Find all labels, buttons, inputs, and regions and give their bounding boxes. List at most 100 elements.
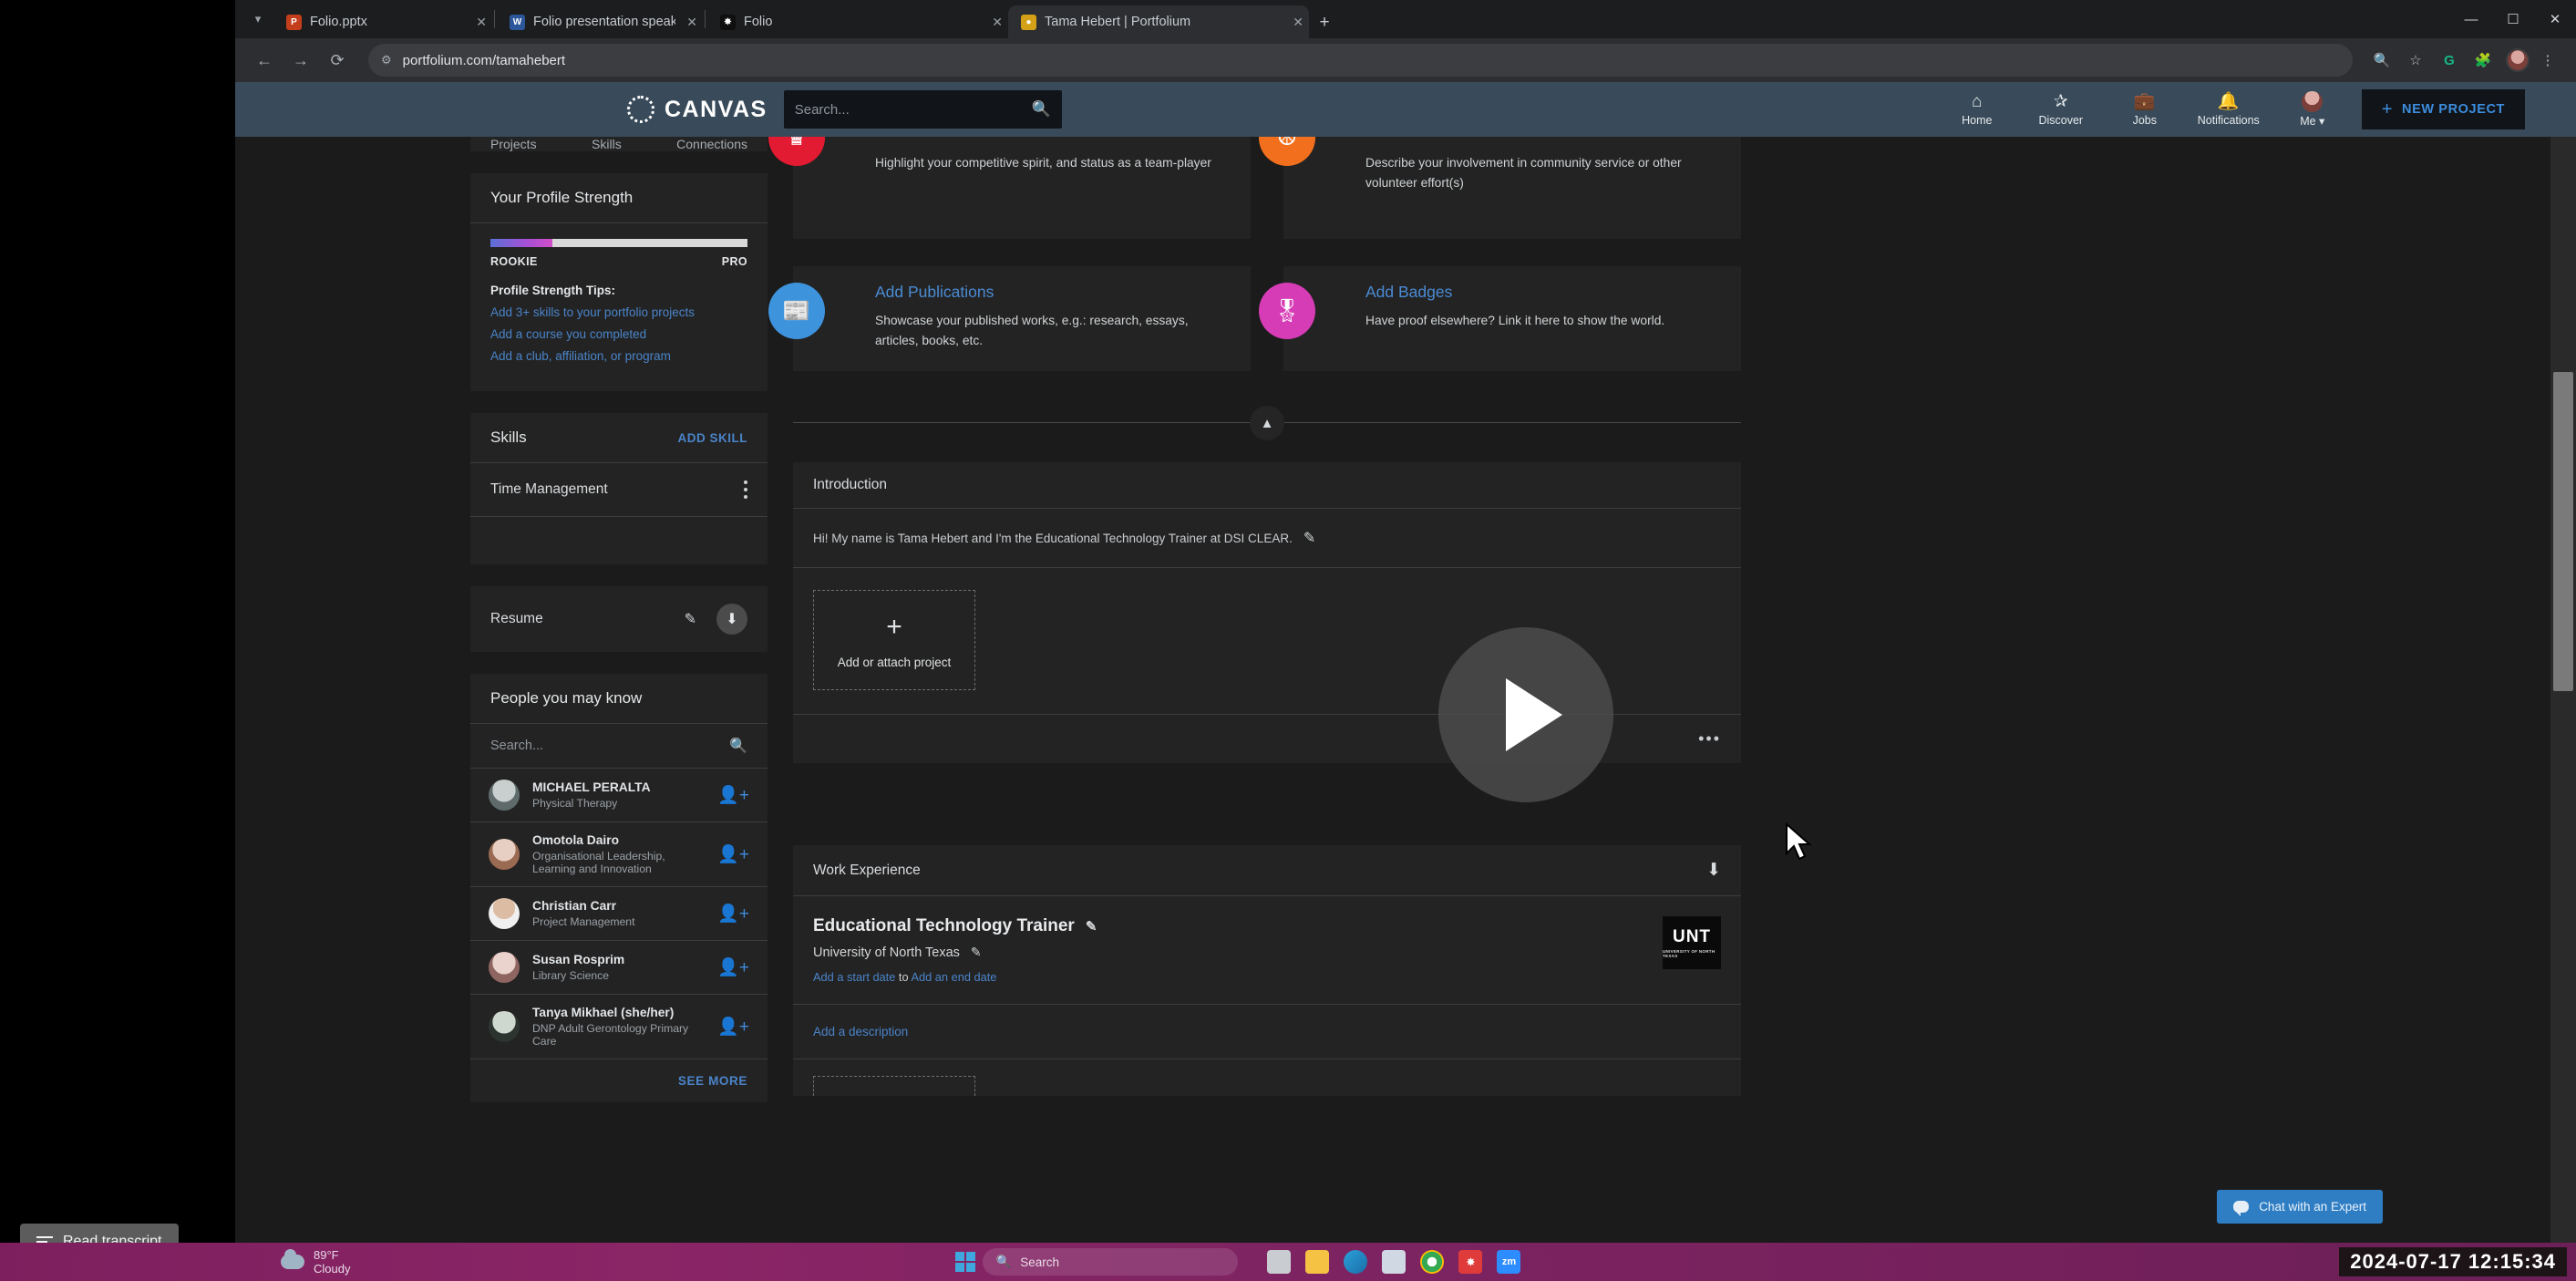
pencil-icon[interactable]: ✎ (1086, 918, 1097, 935)
new-project-button[interactable]: + NEW PROJECT (2361, 89, 2525, 129)
profile-tab-projects[interactable]: Projects (490, 137, 537, 151)
profile-avatar-icon[interactable] (2506, 48, 2530, 72)
skill-item-0[interactable]: Time Management (470, 463, 768, 516)
add-person-icon[interactable]: 👤+ (717, 1016, 749, 1038)
new-tab-button[interactable]: + (1309, 7, 1340, 38)
forward-icon[interactable]: → (284, 44, 317, 77)
people-search-input[interactable]: Search... 🔍 (470, 724, 768, 768)
profile-tab-connections[interactable]: Connections (676, 137, 747, 151)
work-item-text: Educational Technology Trainer ✎ Univers… (813, 916, 1097, 984)
weather-temperature: 89°F (314, 1248, 339, 1262)
promo-card-badges[interactable]: 🎖 Add Badges Have proof elsewhere? Link … (1259, 266, 1741, 371)
nav-item-notifications[interactable]: 🔔 Notifications (2187, 92, 2271, 127)
pencil-icon[interactable]: ✎ (685, 610, 696, 628)
tip-link-0[interactable]: Add 3+ skills to your portfolio projects (490, 305, 747, 319)
avatar (489, 952, 520, 983)
person-row-1[interactable]: Omotola Dairo Organisational Leadership,… (470, 822, 768, 886)
person-row-3[interactable]: Susan Rosprim Library Science 👤+ (470, 941, 768, 994)
windows-logo-icon[interactable] (955, 1252, 976, 1272)
store-icon[interactable] (1382, 1250, 1406, 1274)
person-name: Susan Rosprim (532, 953, 625, 966)
attach-project-label: Add or attach project (837, 655, 952, 669)
grammarly-icon[interactable]: G (2434, 45, 2465, 76)
close-icon[interactable]: ✕ (476, 15, 487, 30)
edge-icon[interactable] (1344, 1250, 1368, 1274)
bookmark-star-icon[interactable]: ☆ (2400, 45, 2431, 76)
add-person-icon[interactable]: 👤+ (717, 903, 749, 925)
chrome-menu-icon[interactable]: ⋮ (2532, 45, 2563, 76)
minimize-button[interactable]: — (2450, 0, 2492, 38)
folio-app-icon[interactable]: ✸ (1458, 1250, 1483, 1274)
play-button-icon[interactable] (1438, 627, 1613, 802)
address-bar-url: portfolium.com/tamahebert (402, 52, 566, 68)
browser-tab-2[interactable]: ✸ Folio ✕ (707, 5, 1008, 38)
address-bar[interactable]: ⚙ portfolium.com/tamahebert (368, 44, 2353, 77)
arrow-down-icon[interactable]: ⬇ (1706, 860, 1721, 881)
nav-item-jobs[interactable]: 💼 Jobs (2103, 92, 2187, 127)
reload-icon[interactable]: ⟳ (321, 44, 354, 77)
nav-item-me[interactable]: Me ▾ (2271, 91, 2354, 128)
add-person-icon[interactable]: 👤+ (717, 843, 749, 865)
person-row-0[interactable]: MICHAEL PERALTA Physical Therapy 👤+ (470, 769, 768, 821)
pencil-icon[interactable]: ✎ (1303, 529, 1315, 547)
close-icon[interactable]: ✕ (1293, 15, 1303, 30)
nav-item-home[interactable]: ⌂ Home (1935, 92, 2019, 127)
weather-widget[interactable]: 89°F Cloudy (281, 1248, 350, 1276)
add-start-date-link[interactable]: Add a start date (813, 970, 895, 984)
canvas-logo[interactable]: CANVAS (627, 96, 768, 123)
scrollbar-thumb[interactable] (2553, 372, 2573, 691)
chevron-up-icon[interactable]: ▲ (1250, 406, 1284, 440)
taskbar-search-input[interactable]: 🔍 Search (983, 1248, 1239, 1276)
download-icon[interactable]: ⬇ (716, 604, 747, 635)
add-skill-button[interactable]: ADD SKILL (678, 431, 748, 445)
add-person-icon[interactable]: 👤+ (717, 956, 749, 978)
search-icon[interactable]: 🔍 (1032, 100, 1051, 119)
add-person-icon[interactable]: 👤+ (717, 784, 749, 806)
browser-tab-3[interactable]: ● Tama Hebert | Portfolium ✕ (1008, 5, 1309, 38)
collapse-section-row[interactable]: ▲ (793, 402, 1741, 442)
close-window-button[interactable]: ✕ (2534, 0, 2576, 38)
kebab-menu-icon[interactable] (744, 479, 747, 501)
date-joiner: to (898, 970, 909, 984)
add-description-link[interactable]: Add a description (813, 1025, 908, 1038)
task-view-icon[interactable] (1267, 1250, 1292, 1274)
chrome-icon[interactable] (1420, 1250, 1445, 1274)
see-more-button[interactable]: SEE MORE (470, 1059, 768, 1102)
browser-tab-strip: ▾ P Folio.pptx ✕ W Folio presentation sp… (235, 0, 2576, 38)
pencil-icon[interactable]: ✎ (971, 945, 982, 960)
search-icon[interactable]: 🔍 (729, 737, 747, 755)
left-gutter (235, 137, 470, 1124)
browser-tab-1[interactable]: W Folio presentation speaker note ✕ (497, 5, 703, 38)
promo-card-volunteering[interactable]: ☮ Describe your involvement in community… (1259, 109, 1741, 239)
zoom-app-icon[interactable]: zm (1497, 1250, 1521, 1274)
profile-tab-skills[interactable]: Skills (592, 137, 622, 151)
add-or-attach-project-button[interactable]: + Add or attach project (813, 590, 975, 690)
page-scrollbar[interactable]: ▲ (2550, 82, 2576, 1251)
taskbar-clock[interactable]: 2024-07-17 12:15:34 (2339, 1247, 2567, 1276)
canvas-search-input[interactable]: Search... 🔍 (783, 90, 1062, 129)
nav-item-discover[interactable]: ✰ Discover (2019, 92, 2103, 127)
person-row-2[interactable]: Christian Carr Project Management 👤+ (470, 887, 768, 940)
browser-toolbar: ← → ⟳ ⚙ portfolium.com/tamahebert 🔍 ☆ G … (235, 38, 2576, 82)
close-icon[interactable]: ✕ (686, 15, 697, 30)
chat-widget-label: Chat with an Expert (2259, 1200, 2366, 1214)
zoom-icon[interactable]: 🔍 (2366, 45, 2397, 76)
browser-tab-0[interactable]: P Folio.pptx ✕ (273, 5, 492, 38)
chat-with-expert-button[interactable]: Chat with an Expert (2217, 1190, 2383, 1224)
tab-search-chevron-icon[interactable]: ▾ (242, 0, 273, 38)
promo-title[interactable]: Add Publications (875, 283, 1231, 302)
tip-link-2[interactable]: Add a club, affiliation, or program (490, 349, 747, 363)
close-icon[interactable]: ✕ (992, 15, 1003, 30)
person-row-4[interactable]: Tanya Mikhael (she/her) DNP Adult Geront… (470, 995, 768, 1059)
promo-title[interactable]: Add Badges (1365, 283, 1721, 302)
add-project-placeholder[interactable] (813, 1076, 975, 1096)
file-explorer-icon[interactable] (1305, 1250, 1330, 1274)
tip-link-1[interactable]: Add a course you completed (490, 327, 747, 341)
promo-card-publications[interactable]: 📰 Add Publications Showcase your publish… (768, 266, 1251, 371)
back-icon[interactable]: ← (248, 44, 281, 77)
promo-card-competitions[interactable]: ♛ Highlight your competitive spirit, and… (768, 109, 1251, 239)
maximize-button[interactable]: ☐ (2492, 0, 2534, 38)
add-end-date-link[interactable]: Add an end date (911, 970, 996, 984)
extensions-icon[interactable]: 🧩 (2468, 45, 2499, 76)
site-settings-icon[interactable]: ⚙ (381, 53, 392, 67)
